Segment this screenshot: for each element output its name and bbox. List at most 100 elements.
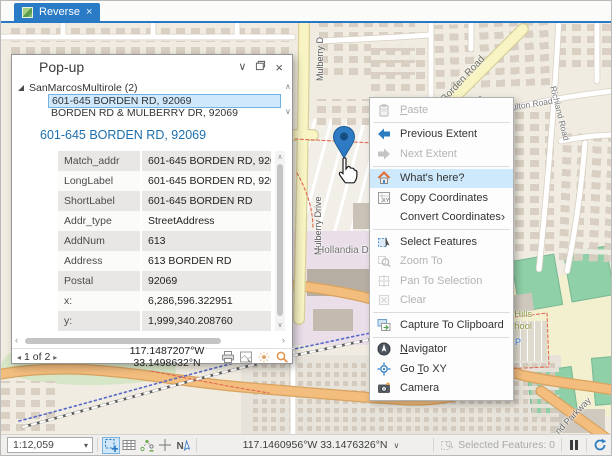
attribute-label: LongLabel [58, 171, 140, 191]
popup-close-icon[interactable]: × [275, 62, 283, 73]
coordinates-dropdown-icon[interactable]: ∨ [393, 441, 399, 450]
menu-item-copy-coordinates[interactable]: XY Copy Coordinates [370, 188, 513, 208]
attribute-value: 613 BORDEN RD [140, 251, 271, 271]
menu-item-icon [376, 273, 392, 289]
map-context-menu: Paste Previous Extent Next Extent What's… [369, 97, 514, 401]
menu-item-icon [376, 170, 392, 186]
menu-item-capture-to-clipboard[interactable]: Capture To Clipboard [370, 315, 513, 335]
list-scroll-down-icon[interactable]: ∨ [285, 107, 291, 116]
scroll-left-icon[interactable]: ‹ [15, 335, 18, 345]
menu-item-icon [376, 380, 392, 396]
menu-item-icon [376, 209, 392, 225]
scroll-right-icon[interactable]: › [282, 335, 285, 345]
attribute-value: 601-645 BORDEN RD, 92069 [140, 171, 271, 191]
scroll-up-icon[interactable]: ∧ [275, 151, 285, 161]
map-label: P [515, 337, 521, 347]
menu-item-label: Navigator [400, 343, 447, 355]
menu-item-what-s-here-[interactable]: What's here? [370, 169, 513, 189]
tab-reverse[interactable]: Reverse × [14, 3, 100, 21]
attribute-row: ShortLabel 601-645 BORDEN RD [58, 191, 271, 211]
app-window: Reverse × [0, 0, 612, 456]
attribute-row: Addr_type StreetAddress [58, 211, 271, 231]
selected-features-icon [438, 437, 456, 454]
menu-item-icon [376, 341, 392, 357]
menu-item-icon [376, 361, 392, 377]
attribute-row: Address 613 BORDEN RD [58, 251, 271, 271]
menu-item-previous-extent[interactable]: Previous Extent [370, 125, 513, 145]
attribute-row: LongLabel 601-645 BORDEN RD, 92069 [58, 171, 271, 191]
attribute-label: x: [58, 291, 140, 311]
map-mode-button[interactable] [102, 437, 120, 454]
snap-crosshair-button[interactable] [156, 437, 174, 454]
menu-item-icon [376, 317, 392, 333]
attribute-label: ShortLabel [58, 191, 140, 211]
menu-item-convert-coordinates[interactable]: Convert Coordinates › [370, 208, 513, 228]
menu-item-next-extent: Next Extent [370, 144, 513, 164]
popup-title: Pop-up [39, 59, 238, 75]
flash-location-icon[interactable] [257, 350, 271, 364]
menu-item-icon [376, 234, 392, 250]
pause-drawing-button[interactable] [570, 440, 578, 450]
attribute-value: StreetAddress [140, 211, 271, 231]
menu-item-label: Paste [400, 104, 428, 116]
attribute-row: Postal 92069 [58, 271, 271, 291]
attribute-value: 613 [140, 231, 271, 251]
attribute-row: Match_addr 601-645 BORDEN RD, 92069 [58, 151, 271, 171]
scroll-down-icon[interactable]: ∨ [275, 321, 285, 329]
popup-coordinates: 117.1487207°W 33.1498632°N [100, 345, 234, 369]
attribute-value: 92069 [140, 271, 271, 291]
list-scroll-up-icon[interactable]: ∧ [285, 82, 291, 91]
attribute-label: Addr_type [58, 211, 140, 231]
edit-vertices-button[interactable] [138, 437, 156, 454]
menu-item-camera[interactable]: Camera [370, 379, 513, 399]
popup-tree-group[interactable]: SanMarcosMultirole (2) [18, 82, 138, 94]
menu-item-navigator[interactable]: Navigator [370, 340, 513, 360]
popup-list-item[interactable]: 601-645 BORDEN RD, 92069 [48, 94, 281, 108]
map-tab-icon [22, 7, 33, 18]
statusbar-coordinates[interactable]: 117.1460956°W 33.1476326°N ∨ [229, 439, 413, 451]
attribute-row: x: 6,286,596.322951 [58, 291, 271, 311]
scale-combobox[interactable]: 1:12,059 ▾ [7, 437, 93, 453]
export-icon[interactable] [239, 350, 253, 364]
tab-label: Reverse [39, 6, 80, 18]
menu-item-label: Zoom To [400, 255, 443, 267]
menu-item-label: Previous Extent [400, 128, 477, 140]
attribute-row: AddNum 613 [58, 231, 271, 251]
pager-next-icon[interactable]: ▸ [53, 353, 57, 362]
scrollbar-thumb[interactable] [277, 164, 283, 316]
menu-item-go-to-xy[interactable]: Go To XY [370, 359, 513, 379]
coordinates-text: 117.1460956°W 33.1476326°N [243, 439, 388, 451]
map-label: Hollandia Da [317, 245, 374, 256]
divider [196, 438, 197, 452]
menu-item-label: Camera [400, 382, 439, 394]
menu-separator [373, 337, 510, 338]
attribute-table: Match_addr 601-645 BORDEN RD, 92069 Long… [58, 151, 271, 331]
popup-menu-chevron-icon[interactable]: ∨ [238, 62, 246, 73]
zoom-to-feature-icon[interactable] [275, 350, 289, 364]
scale-value: 1:12,059 [8, 439, 84, 451]
map-label: Mulberry D [315, 37, 325, 81]
menu-separator [373, 122, 510, 123]
menu-item-select-features[interactable]: Select Features [370, 232, 513, 252]
scale-dropdown-icon[interactable]: ▾ [84, 441, 92, 450]
menu-item-icon: XY [376, 190, 392, 206]
menu-item-label: Copy Coordinates [400, 192, 488, 204]
print-icon[interactable] [221, 350, 235, 364]
menu-item-label: Capture To Clipboard [400, 319, 504, 331]
north-arrow-button[interactable]: N [174, 437, 192, 454]
table-view-button[interactable] [120, 437, 138, 454]
status-bar: 1:12,059 ▾ N 117.1460956°W 33.1476326°N ∨… [1, 434, 612, 455]
divider [97, 438, 98, 452]
tab-close-icon[interactable]: × [86, 7, 92, 18]
popup-float-icon[interactable] [255, 60, 266, 74]
tree-expand-icon[interactable] [18, 85, 24, 91]
pager-prev-icon[interactable]: ◂ [17, 353, 21, 362]
popup-list-item[interactable]: BORDEN RD & MULBERRY DR, 92069 [48, 107, 281, 120]
table-vertical-scrollbar[interactable]: ∧ ∨ [275, 151, 285, 331]
refresh-button[interactable] [591, 437, 609, 454]
popup-header: Pop-up ∨ × [12, 55, 292, 79]
menu-separator [373, 166, 510, 167]
menu-item-label: Next Extent [400, 148, 457, 160]
statusbar-right-group: Selected Features: 0 [429, 437, 609, 454]
scrollbar-thumb[interactable] [25, 338, 221, 344]
